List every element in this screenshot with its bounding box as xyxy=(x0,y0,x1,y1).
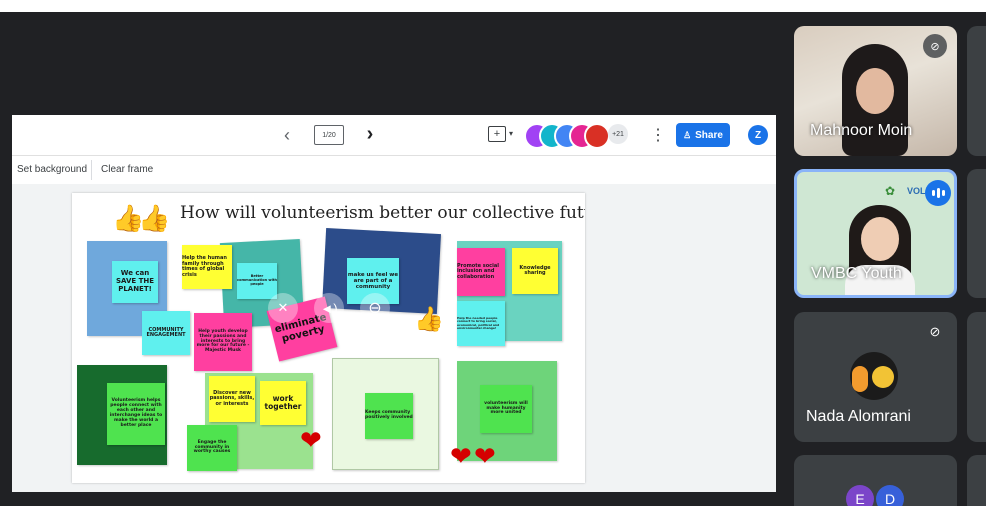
mic-off-icon: ⊘ xyxy=(929,324,941,339)
offscreen-tile-edge xyxy=(967,169,986,298)
sticky-note[interactable]: Engage the community in worthy causes xyxy=(187,425,237,471)
speaking-indicator-icon xyxy=(925,180,951,206)
participant-tile[interactable]: ⊘ Nada Alomrani xyxy=(794,312,957,442)
profile-avatar[interactable]: Z xyxy=(748,125,768,145)
participant-avatar: D xyxy=(876,485,904,506)
clear-frame-button[interactable]: Clear frame xyxy=(101,164,153,175)
participant-name: VMBC Youth xyxy=(811,265,902,282)
heart-icon: ❤ xyxy=(474,441,496,471)
participant-avatar xyxy=(850,352,898,400)
mic-off-icon: ⊘ xyxy=(923,34,947,58)
whiteboard-toolbar: ‹ 1/20 › + ▾ +21 ⋮ ♙ Share Z xyxy=(12,115,776,155)
set-background-button[interactable]: Set background xyxy=(17,164,87,175)
offscreen-tile-edge xyxy=(967,455,986,506)
more-options-icon[interactable]: ⋮ xyxy=(650,125,666,145)
shared-screen: ‹ 1/20 › + ▾ +21 ⋮ ♙ Share Z Set backgro… xyxy=(12,115,776,492)
sticky-note[interactable]: Volunteerism helps people connect with e… xyxy=(107,383,165,445)
options-separator xyxy=(91,160,92,180)
sticky-note[interactable]: work together xyxy=(260,381,306,425)
frame-options-bar: Set background Clear frame xyxy=(12,156,776,184)
volume-icon[interactable]: ◄) xyxy=(314,293,344,323)
vmbc-logo-icon: ✿ xyxy=(885,184,896,198)
sticky-note[interactable]: volunteerism will make humanity more uni… xyxy=(480,385,532,433)
participant-name: Mahnoor Moin xyxy=(810,122,913,139)
jamboard-frame[interactable]: 👍 👍 How will volunteerism better our col… xyxy=(72,193,585,483)
thumbs-up-icon: 👍 xyxy=(414,306,444,333)
top-edge-bar xyxy=(0,0,986,12)
remove-icon[interactable]: ⊖ xyxy=(360,293,390,323)
participant-video xyxy=(845,205,915,295)
thumbs-up-icon: 👍 xyxy=(138,203,171,233)
sticky-note[interactable]: Help youth develop their passions and in… xyxy=(194,313,252,371)
board-title: How will volunteerism better our collect… xyxy=(180,203,585,223)
sticky-note[interactable]: Help the human family through times of g… xyxy=(182,245,232,289)
collaborator-avatars[interactable]: +21 xyxy=(524,123,634,149)
participant-avatar: E xyxy=(846,485,874,506)
video-controls-overlay: ✕ ◄) ⊖ xyxy=(264,286,406,330)
person-add-icon: ♙ xyxy=(683,129,692,140)
sticky-note[interactable]: COMMUNITY ENGAGEMENT xyxy=(142,311,190,355)
collaborator-avatar-icon xyxy=(584,123,610,149)
share-label: Share xyxy=(695,129,723,141)
offscreen-tile-edge xyxy=(967,26,986,156)
offscreen-tile-edge xyxy=(967,312,986,442)
participant-tile[interactable]: ✿ VOLU VMBC Youth xyxy=(794,169,957,298)
sticky-note[interactable]: We can SAVE THE PLANET! xyxy=(112,261,158,303)
next-frame-button[interactable]: › xyxy=(360,123,380,145)
share-button[interactable]: ♙ Share xyxy=(676,123,730,147)
add-frame-icon[interactable]: + xyxy=(488,126,506,142)
sticky-note[interactable]: Discover new passions, skills, or intere… xyxy=(209,376,255,422)
more-collaborators-badge: +21 xyxy=(608,124,628,144)
sticky-note[interactable]: Keeps community positively involved xyxy=(365,393,413,439)
sticky-note[interactable]: Help the needed people connect to bring … xyxy=(457,301,505,346)
participant-tile[interactable]: ⊘ Mahnoor Moin xyxy=(794,26,957,156)
previous-frame-button[interactable]: ‹ xyxy=(277,125,297,145)
sticky-note[interactable]: Promote social inclusion and collaborati… xyxy=(457,248,505,296)
heart-icon: ❤ xyxy=(450,441,472,471)
dropdown-arrow-icon[interactable]: ▾ xyxy=(507,127,515,139)
heart-icon: ❤ xyxy=(300,425,322,455)
mute-video-icon[interactable]: ✕ xyxy=(268,293,298,323)
sticky-note[interactable]: Knowledge sharing xyxy=(512,248,558,294)
participant-name: Nada Alomrani xyxy=(806,408,911,425)
participant-tile[interactable]: E D xyxy=(794,455,957,506)
frame-indicator[interactable]: 1/20 xyxy=(314,125,344,145)
